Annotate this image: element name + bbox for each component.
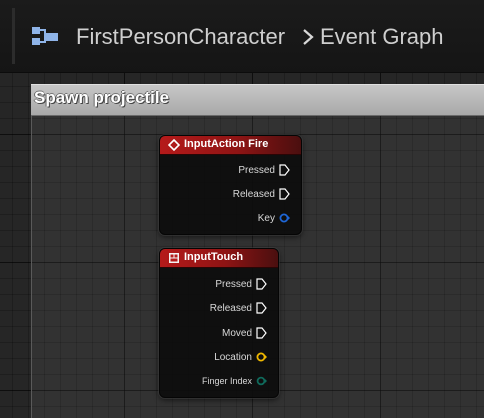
pin-location[interactable]: Location <box>214 349 278 365</box>
input-touch-node[interactable]: InputTouch Pressed Released Moved Locati… <box>159 248 279 398</box>
pin-key[interactable]: Key <box>258 210 301 226</box>
pin-pressed[interactable]: Pressed <box>238 162 301 178</box>
vector-pin-icon[interactable] <box>256 351 267 363</box>
node-header[interactable]: InputAction Fire <box>160 136 301 155</box>
breadcrumb-graph[interactable]: Event Graph <box>320 24 444 50</box>
chevron-right-icon <box>303 29 314 45</box>
enum-pin-icon[interactable] <box>256 375 267 387</box>
exec-pin-icon[interactable] <box>256 278 267 290</box>
pin-label: Released <box>209 302 252 314</box>
pin-moved[interactable]: Moved <box>222 325 278 341</box>
comment-box-header[interactable]: Spawn projectile <box>31 84 484 116</box>
pin-released[interactable]: Released <box>210 300 278 316</box>
exec-pin-icon[interactable] <box>279 188 290 200</box>
node-header[interactable]: InputTouch <box>160 249 278 268</box>
exec-pin-icon[interactable] <box>256 302 267 314</box>
touch-event-icon <box>169 253 179 263</box>
exec-pin-icon[interactable] <box>256 327 267 339</box>
blueprint-graph-icon <box>32 27 58 45</box>
pin-label: Key <box>257 212 275 224</box>
blueprint-editor: FirstPersonCharacter Event Graph Spawn p… <box>0 0 484 418</box>
pin-label: Moved <box>221 327 252 339</box>
pin-label: Pressed <box>238 164 275 176</box>
node-title: InputTouch <box>184 251 244 263</box>
comment-title: Spawn projectile <box>34 88 170 107</box>
node-title: InputAction Fire <box>184 138 269 150</box>
pin-pressed[interactable]: Pressed <box>215 276 278 292</box>
struct-pin-icon[interactable] <box>279 212 290 224</box>
pin-released[interactable]: Released <box>233 186 301 202</box>
diamond-event-icon <box>168 139 180 151</box>
pin-finger-index[interactable]: Finger Index <box>202 373 278 389</box>
pin-label: Location <box>214 351 252 363</box>
graph-breadcrumb-bar: FirstPersonCharacter Event Graph <box>0 0 484 73</box>
pin-label: Finger Index <box>201 376 252 386</box>
exec-pin-icon[interactable] <box>279 164 290 176</box>
breadcrumb-blueprint[interactable]: FirstPersonCharacter <box>76 24 285 50</box>
toolbar-rail <box>12 8 15 64</box>
pin-label: Released <box>232 188 275 200</box>
pin-label: Pressed <box>215 278 252 290</box>
input-action-fire-node[interactable]: InputAction Fire Pressed Released Key <box>159 135 302 235</box>
